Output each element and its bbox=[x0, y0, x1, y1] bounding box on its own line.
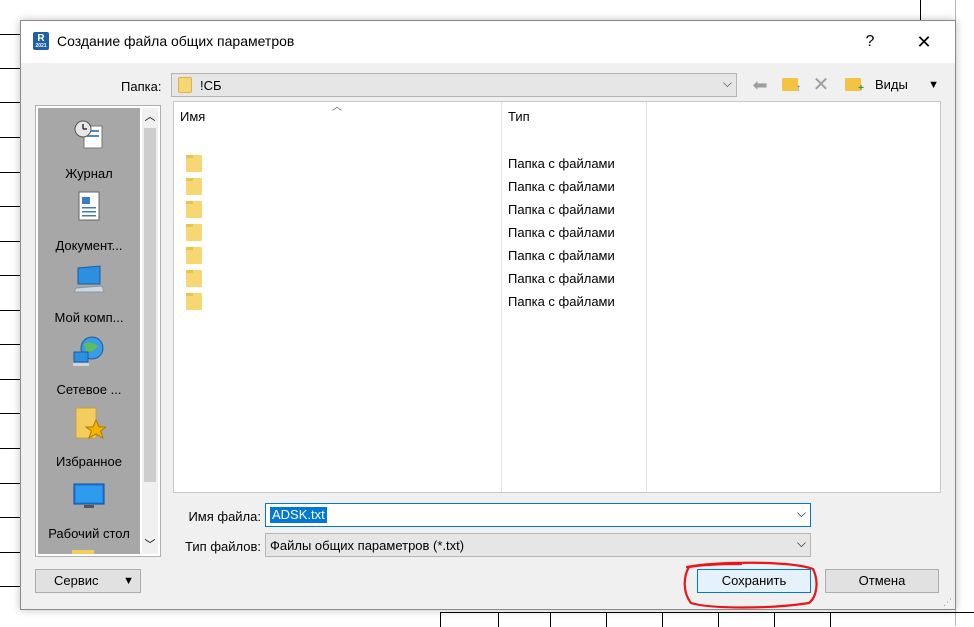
chevron-down-icon[interactable]: ⌵ bbox=[797, 536, 806, 551]
column-separator[interactable] bbox=[646, 102, 647, 492]
chevron-down-icon[interactable]: ⌵ bbox=[723, 76, 732, 91]
place-network[interactable]: Сетевое ... bbox=[38, 328, 140, 400]
revit-app-icon: R 2021 bbox=[33, 32, 49, 50]
folder-icon bbox=[178, 77, 192, 93]
folder-icon bbox=[186, 201, 202, 218]
list-item[interactable]: Папка с файлами bbox=[174, 152, 644, 175]
filename-value[interactable]: ADSK.txt bbox=[270, 507, 327, 523]
chevron-down-icon[interactable]: ﹀ bbox=[142, 536, 158, 554]
list-item[interactable]: Папка с файлами bbox=[174, 221, 644, 244]
cancel-button[interactable]: Отмена bbox=[825, 569, 939, 593]
filetype-value: Файлы общих параметров (*.txt) bbox=[270, 538, 465, 553]
place-desktop[interactable]: Рабочий стол bbox=[38, 472, 140, 544]
list-item[interactable]: Папка с файлами bbox=[174, 244, 644, 267]
folder-icon bbox=[186, 178, 202, 195]
filename-label: Имя файла: bbox=[188, 509, 261, 524]
network-icon bbox=[73, 336, 104, 366]
folder-label: Папка: bbox=[121, 79, 162, 94]
folder-icon bbox=[186, 224, 202, 241]
folder-combo[interactable]: !СБ ⌵ bbox=[171, 73, 737, 97]
list-item[interactable]: Папка с файлами bbox=[174, 198, 644, 221]
place-documents[interactable]: Документ... bbox=[38, 184, 140, 256]
service-button[interactable]: Сервис ▼ bbox=[35, 569, 141, 593]
places-scrollbar[interactable]: ︿ ﹀ bbox=[142, 108, 158, 554]
file-list: ︿ Имя Тип Папка с файлами Папка с файлам… bbox=[173, 101, 941, 493]
help-button[interactable]: ? bbox=[847, 27, 893, 57]
title-bar: R 2021 Создание файла общих параметров ?… bbox=[21, 21, 955, 63]
up-folder-icon[interactable]: ↑ bbox=[778, 73, 802, 97]
places-bar: Журнал Документ... Мой комп... Сетевое .… bbox=[35, 105, 161, 557]
list-item[interactable]: Папка с файлами bbox=[174, 175, 644, 198]
new-folder-icon[interactable]: + bbox=[841, 73, 865, 97]
desktop-icon bbox=[73, 483, 105, 508]
column-header-type[interactable]: Тип bbox=[508, 102, 648, 132]
close-button[interactable]: ✕ bbox=[901, 27, 947, 57]
place-history[interactable]: Журнал bbox=[38, 112, 140, 184]
chevron-down-icon[interactable]: ⌵ bbox=[797, 506, 806, 521]
documents-icon bbox=[78, 191, 100, 221]
scrollbar-thumb[interactable] bbox=[144, 128, 156, 482]
place-favorites[interactable]: Избранное bbox=[38, 400, 140, 472]
filetype-select[interactable]: Файлы общих параметров (*.txt) ⌵ bbox=[265, 533, 811, 557]
views-button[interactable]: Виды ▼ bbox=[875, 73, 941, 97]
delete-icon[interactable]: ✕ bbox=[810, 73, 832, 97]
my-computer-icon bbox=[73, 265, 105, 293]
dialog-title: Создание файла общих параметров bbox=[57, 33, 295, 49]
folder-icon bbox=[186, 155, 202, 172]
back-icon[interactable]: ⬅ bbox=[748, 73, 772, 97]
folder-icon bbox=[72, 550, 94, 554]
save-dialog: R 2021 Создание файла общих параметров ?… bbox=[20, 20, 956, 610]
column-header-name[interactable]: Имя bbox=[180, 102, 500, 132]
triangle-down-icon: ▼ bbox=[123, 575, 134, 587]
filename-input[interactable]: ADSK.txt ⌵ bbox=[265, 503, 811, 527]
list-item[interactable]: Папка с файлами bbox=[174, 267, 644, 290]
favorites-icon bbox=[75, 407, 106, 440]
place-more[interactable] bbox=[38, 544, 140, 554]
folder-icon bbox=[186, 247, 202, 264]
folder-value: !СБ bbox=[200, 78, 222, 93]
resize-grip-icon[interactable]: ⋰ bbox=[943, 597, 953, 607]
save-button[interactable]: Сохранить bbox=[697, 569, 811, 593]
triangle-down-icon: ▼ bbox=[928, 79, 939, 91]
background-cells bbox=[440, 612, 974, 627]
folder-icon bbox=[186, 293, 202, 310]
chevron-up-icon[interactable]: ︿ bbox=[142, 108, 158, 126]
folder-icon bbox=[186, 270, 202, 287]
place-my-computer[interactable]: Мой комп... bbox=[38, 256, 140, 328]
history-icon bbox=[74, 120, 103, 149]
list-item[interactable]: Папка с файлами bbox=[174, 290, 644, 313]
filetype-label: Тип файлов: bbox=[185, 539, 261, 554]
